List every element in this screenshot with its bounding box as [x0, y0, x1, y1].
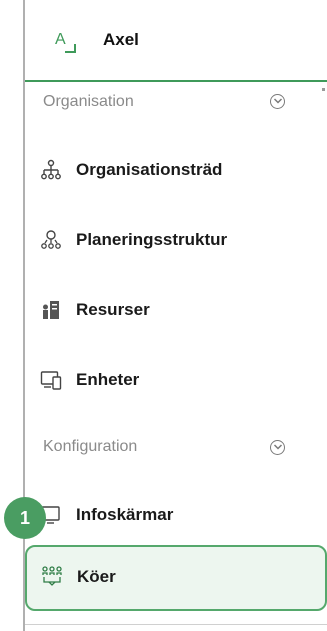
- org-tree-icon: [41, 159, 61, 180]
- nav-item-koer[interactable]: Köer: [25, 545, 327, 611]
- sidebar: A Axel Organisation Organisationsträd Pl…: [23, 0, 327, 631]
- nav-label: Planeringsstruktur: [76, 230, 228, 249]
- nav-label: Organisationsträd: [76, 160, 223, 179]
- sidebar-bottom-divider: [25, 624, 327, 625]
- nav-label: Köer: [77, 567, 116, 586]
- nav-item-enheter[interactable]: Enheter: [25, 356, 325, 406]
- nav-label: Infoskärmar: [76, 505, 174, 524]
- chevron-down-icon[interactable]: [270, 94, 285, 109]
- nav-item-infoskarmar[interactable]: Infoskärmar: [25, 491, 325, 541]
- svg-text:A: A: [55, 31, 66, 48]
- sidebar-header: A Axel: [25, 0, 327, 82]
- nav-item-organisationstrad[interactable]: Organisationsträd: [25, 146, 325, 196]
- devices-icon: [40, 371, 62, 390]
- chevron-down-icon[interactable]: [270, 440, 285, 455]
- step-callout-badge: 1: [4, 497, 46, 539]
- section-title-konfiguration: Konfiguration: [43, 438, 138, 455]
- resources-icon: [43, 301, 59, 319]
- app-name: Axel: [103, 30, 139, 49]
- edge-marker: [322, 88, 325, 91]
- nav-label: Enheter: [76, 370, 140, 389]
- queue-icon: [42, 566, 62, 586]
- planning-structure-icon: [41, 230, 61, 249]
- axel-logo-icon: A: [55, 31, 76, 53]
- section-title-organisation: Organisation: [43, 93, 134, 110]
- nav-item-resurser[interactable]: Resurser: [25, 286, 325, 336]
- nav-item-planeringsstruktur[interactable]: Planeringsstruktur: [25, 216, 325, 266]
- nav-label: Resurser: [76, 300, 150, 319]
